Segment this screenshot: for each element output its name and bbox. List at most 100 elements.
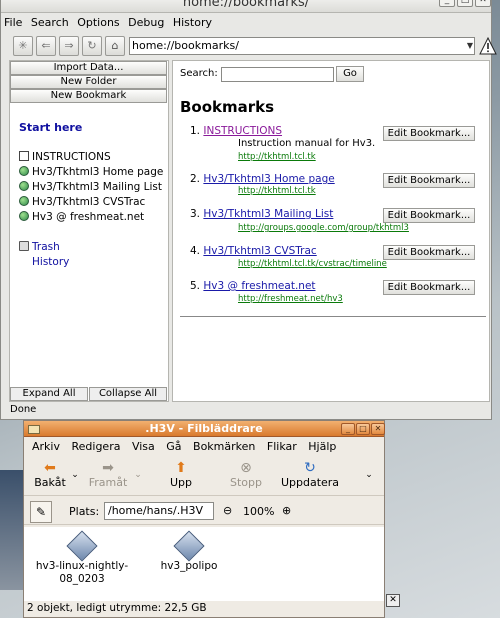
edit-bookmark-button[interactable]: Edit Bookmark... — [383, 280, 475, 295]
stop-icon[interactable]: ✳ — [13, 36, 33, 56]
bookmark-title-link[interactable]: Hv3 @ freshmeat.net — [203, 280, 315, 292]
up-button[interactable]: ⬆ Upp — [164, 460, 198, 489]
minimize-button[interactable]: _ — [439, 0, 455, 7]
back-button[interactable]: ⬅ Bakåt — [30, 460, 70, 489]
bookmark-entry: 5. Hv3 @ freshmeat.net — [190, 280, 316, 292]
back-label: Bakåt — [34, 476, 66, 489]
search-input[interactable] — [221, 67, 334, 82]
url-input[interactable]: home://bookmarks/ — [129, 37, 475, 55]
forward-history-dropdown[interactable]: ⌄ — [132, 470, 144, 480]
back-history-dropdown[interactable]: ⌄ — [69, 470, 81, 480]
edit-bookmark-button[interactable]: Edit Bookmark... — [383, 208, 475, 223]
menu-bokmarken[interactable]: Bokmärken — [193, 438, 255, 456]
bookmark-title-link[interactable]: Hv3/Tkhtml3 Home page — [203, 173, 334, 185]
toolbar-overflow-dropdown[interactable]: ⌄ — [362, 470, 376, 480]
menu-debug[interactable]: Debug — [128, 14, 164, 32]
maximize-button[interactable]: □ — [457, 0, 473, 7]
bookmark-url-link[interactable]: http://tkhtml.tcl.tk — [238, 186, 316, 196]
globe-icon — [19, 196, 29, 206]
forward-arrow-icon: ➡ — [102, 460, 114, 476]
minimize-button[interactable]: _ — [341, 423, 355, 435]
file-item[interactable]: hv3-linux-nightly-08_0203 — [32, 530, 132, 586]
up-label: Upp — [169, 476, 193, 489]
reload-button[interactable]: ↻ Uppdatera — [277, 460, 343, 489]
sidebar-item-label: Hv3/Tkhtml3 Home page — [32, 166, 164, 178]
import-data-button[interactable]: Import Data... — [10, 61, 167, 75]
file-item[interactable]: hv3_polipo — [152, 530, 226, 573]
bookmark-entry: 4. Hv3/Tkhtml3 CVSTrac — [190, 245, 317, 257]
window-title: home://bookmarks/ — [182, 0, 310, 10]
sidebar-footer: Expand All Collapse All — [10, 387, 167, 401]
close-button[interactable]: ✕ — [475, 0, 491, 7]
sidebar-item-label: Trash — [32, 241, 60, 253]
start-here-link[interactable]: Start here — [19, 121, 82, 134]
bookmark-url-link[interactable]: http://tkhtml.tcl.tk/cvstrac/timeline — [238, 259, 387, 269]
bookmark-title-link[interactable]: Hv3/Tkhtml3 Mailing List — [203, 208, 333, 220]
url-dropdown-icon[interactable]: ▼ — [465, 38, 475, 54]
bookmark-url-link[interactable]: http://groups.google.com/group/tkhtml3 — [238, 223, 409, 233]
bookmark-entry: 1. INSTRUCTIONS — [190, 125, 282, 137]
sidebar-item-history[interactable]: History — [32, 256, 69, 268]
menu-history[interactable]: History — [173, 14, 212, 32]
edit-bookmark-button[interactable]: Edit Bookmark... — [383, 126, 475, 141]
up-arrow-icon: ⬆ — [175, 460, 187, 476]
collapse-all-button[interactable]: Collapse All — [89, 387, 167, 401]
menu-hjalp[interactable]: Hjälp — [308, 438, 336, 456]
desktop-close-button[interactable]: ✕ — [386, 594, 400, 607]
bookmark-number: 3. — [190, 208, 201, 220]
sidebar-item-cvstrac[interactable]: Hv3/Tkhtml3 CVSTrac — [19, 196, 145, 208]
status-bar: Done — [10, 404, 37, 415]
hv3-titlebar[interactable]: home://bookmarks/ _ □ ✕ — [1, 0, 491, 13]
forward-button[interactable]: ➡ Framåt — [86, 460, 130, 489]
menu-search[interactable]: Search — [31, 14, 69, 32]
menu-visa[interactable]: Visa — [132, 438, 155, 456]
go-button[interactable]: Go — [336, 66, 364, 82]
sidebar-item-home-page[interactable]: Hv3/Tkhtml3 Home page — [19, 166, 163, 178]
edit-bookmark-button[interactable]: Edit Bookmark... — [383, 245, 475, 260]
file-name: hv3-linux-nightly-08_0203 — [35, 560, 129, 585]
reload-icon[interactable]: ↻ — [82, 36, 102, 56]
zoom-level[interactable]: 100% — [243, 505, 274, 518]
bookmark-sidebar: Import Data... New Folder New Bookmark S… — [9, 60, 169, 402]
text-location-toggle-icon[interactable]: ✎ — [30, 501, 52, 523]
bookmark-number: 5. — [190, 280, 201, 292]
bookmark-url-link[interactable]: http://tkhtml.tcl.tk — [238, 152, 316, 162]
sidebar-item-label: Hv3/Tkhtml3 Mailing List — [32, 181, 163, 193]
close-button[interactable]: ✕ — [371, 423, 385, 435]
bookmark-url-link[interactable]: http://freshmeat.net/hv3 — [238, 294, 343, 304]
menu-arkiv[interactable]: Arkiv — [32, 438, 60, 456]
globe-icon — [19, 166, 29, 176]
menubar: Arkiv Redigera Visa Gå Bokmärken Flikar … — [24, 438, 384, 456]
sidebar-item-freshmeat[interactable]: Hv3 @ freshmeat.net — [19, 211, 144, 223]
forward-icon[interactable]: ⇒ — [59, 36, 79, 56]
warning-icon — [479, 36, 497, 55]
page-title: Bookmarks — [180, 98, 275, 116]
sidebar-item-label: INSTRUCTIONS — [32, 151, 111, 163]
sidebar-item-instructions[interactable]: INSTRUCTIONS — [19, 151, 111, 163]
menu-ga[interactable]: Gå — [166, 438, 181, 456]
document-icon — [19, 151, 29, 161]
menu-redigera[interactable]: Redigera — [71, 438, 120, 456]
stop-button[interactable]: ⊗ Stopp — [224, 460, 268, 489]
sidebar-item-trash[interactable]: Trash — [19, 241, 60, 253]
menu-flikar[interactable]: Flikar — [267, 438, 297, 456]
expand-all-button[interactable]: Expand All — [10, 387, 88, 401]
bookmark-entry: 3. Hv3/Tkhtml3 Mailing List — [190, 208, 333, 220]
new-bookmark-button[interactable]: New Bookmark — [10, 89, 167, 103]
executable-file-icon — [66, 530, 98, 562]
menu-options[interactable]: Options — [77, 14, 119, 32]
back-icon[interactable]: ⇐ — [36, 36, 56, 56]
zoom-in-icon[interactable]: ⊕ — [282, 504, 291, 517]
new-folder-button[interactable]: New Folder — [10, 75, 167, 89]
bookmark-title-link[interactable]: Hv3/Tkhtml3 CVSTrac — [203, 245, 316, 257]
home-icon[interactable]: ⌂ — [105, 36, 125, 56]
bookmark-title-link[interactable]: INSTRUCTIONS — [203, 125, 282, 137]
zoom-out-icon[interactable]: ⊖ — [223, 504, 232, 517]
edit-bookmark-button[interactable]: Edit Bookmark... — [383, 173, 475, 188]
location-input[interactable]: /home/hans/.H3V — [104, 502, 214, 520]
sidebar-item-mailing-list[interactable]: Hv3/Tkhtml3 Mailing List — [19, 181, 162, 193]
file-browser-titlebar[interactable]: .H3V - Filbläddrare _ □ ✕ — [24, 421, 385, 437]
location-bar: ✎ Plats: /home/hans/.H3V ⊖ 100% ⊕ — [24, 499, 384, 525]
maximize-button[interactable]: □ — [356, 423, 370, 435]
menu-file[interactable]: File — [4, 14, 22, 32]
